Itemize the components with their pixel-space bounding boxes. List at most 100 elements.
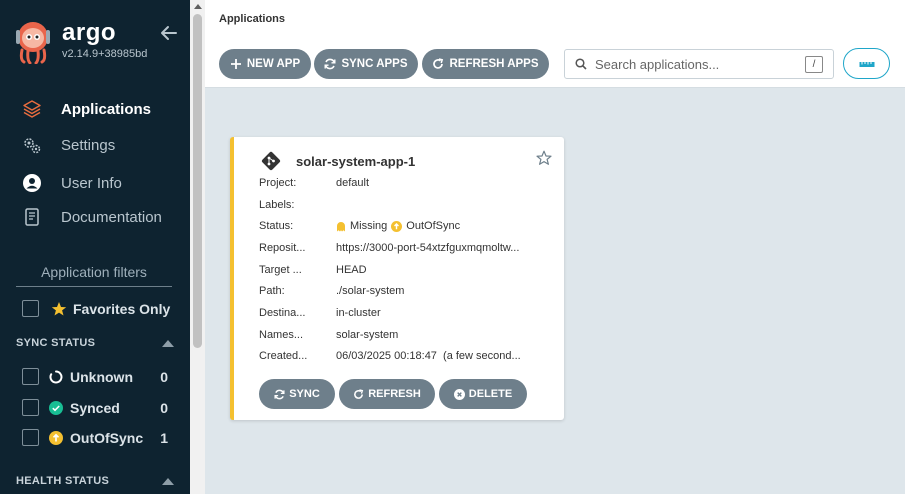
detail-row-target: Target ... HEAD: [259, 259, 559, 281]
unknown-checkbox[interactable]: [22, 368, 39, 385]
nav-item-user-info[interactable]: User Info: [0, 166, 190, 200]
detail-key: Target ...: [259, 263, 302, 276]
detail-value: default: [336, 176, 370, 189]
favorite-star-icon[interactable]: [536, 150, 552, 166]
detail-value: ./solar-system: [336, 285, 405, 298]
nav-item-documentation[interactable]: Documentation: [0, 200, 190, 234]
filters-title: Application filters: [16, 264, 172, 287]
detail-key: Names...: [259, 328, 304, 341]
detail-row-destination: Destina... in-cluster: [259, 302, 559, 324]
health-status-header[interactable]: HEALTH STATUS: [16, 475, 174, 487]
sync-filter-synced[interactable]: Synced 0: [22, 399, 168, 416]
logo[interactable]: argo v2.14.9+38985bd: [14, 20, 147, 64]
refresh-icon: [354, 388, 364, 399]
detail-value: solar-system: [336, 328, 399, 341]
detail-row-created: Created... 06/03/2025 00:18:47 (a few se…: [259, 346, 559, 368]
layers-icon: [22, 99, 42, 119]
detail-key: Path:: [259, 285, 285, 298]
outofsync-checkbox[interactable]: [22, 429, 39, 446]
sync-status-title: SYNC STATUS: [16, 337, 96, 349]
arrow-up-circle-icon: [391, 220, 403, 232]
ruler-icon: [859, 61, 874, 67]
status-label: OutOfSync: [70, 429, 144, 446]
favorites-label: Favorites Only: [73, 300, 171, 317]
main-nav: Applications Settings User Info Document…: [0, 92, 190, 234]
plus-icon: [230, 59, 241, 69]
detail-key: Created...: [259, 350, 308, 363]
gears-icon: [22, 135, 42, 155]
ghost-icon: [337, 221, 345, 232]
nav-item-applications[interactable]: Applications: [0, 92, 190, 126]
sync-filter-unknown[interactable]: Unknown 0: [22, 368, 168, 385]
refresh-button[interactable]: REFRESH: [339, 379, 435, 409]
detail-row-project: Project: default: [259, 172, 559, 194]
nav-label: User Info: [61, 174, 122, 192]
app-version: v2.14.9+38985bd: [62, 48, 148, 60]
search-input[interactable]: [595, 56, 795, 72]
sync-button[interactable]: SYNC: [259, 379, 335, 409]
button-label: REFRESH APPS: [449, 58, 539, 70]
detail-key: Labels:: [259, 198, 295, 211]
delete-button[interactable]: DELETE: [439, 379, 527, 409]
synced-checkbox[interactable]: [22, 399, 39, 416]
check-circle-icon: [49, 400, 63, 415]
detail-row-namespace: Names... solar-system: [259, 324, 559, 346]
button-label: REFRESH: [368, 388, 421, 400]
sync-icon: [274, 389, 285, 399]
sync-filter-outofsync[interactable]: OutOfSync 1: [22, 429, 168, 446]
application-card[interactable]: solar-system-app-1 Project: default Labe…: [230, 137, 564, 420]
user-circle-icon: [22, 173, 42, 193]
favorites-filter[interactable]: Favorites Only: [22, 300, 170, 317]
collapse-caret-icon[interactable]: [162, 339, 174, 347]
detail-row-repository: Reposit... https://3000-port-54xtzfguxmq…: [259, 237, 559, 259]
detail-key: Reposit...: [259, 241, 306, 254]
nav-item-settings[interactable]: Settings: [0, 128, 190, 162]
sidebar: argo v2.14.9+38985bd Applications Settin…: [0, 0, 190, 494]
search-box: /: [564, 49, 834, 79]
detail-value: Missing OutOfSync: [336, 220, 559, 232]
collapse-caret-icon[interactable]: [162, 477, 174, 485]
view-toggle-button[interactable]: [843, 48, 890, 79]
git-icon: [261, 151, 281, 171]
detail-value[interactable]: https://3000-port-54xtzfguxmqmoltw...: [336, 242, 559, 254]
sync-status-header[interactable]: SYNC STATUS: [16, 337, 174, 349]
detail-value: HEAD: [336, 263, 367, 276]
detail-key: Status:: [259, 220, 294, 233]
arrow-up-circle-icon: [49, 430, 63, 445]
detail-key: Destina...: [259, 306, 306, 319]
new-app-button[interactable]: NEW APP: [219, 49, 311, 79]
health-status: Missing: [350, 220, 388, 233]
times-circle-icon: [453, 388, 465, 400]
status-count: 0: [160, 368, 168, 385]
button-label: NEW APP: [246, 58, 301, 70]
status-count: 0: [160, 399, 168, 416]
status-count: 1: [160, 429, 168, 446]
breadcrumb[interactable]: Applications: [219, 13, 285, 25]
status-label: Unknown: [70, 368, 133, 385]
top-bar: Applications NEW APP SYNC APPS REFRESH A…: [205, 0, 905, 88]
button-label: SYNC APPS: [341, 58, 408, 70]
search-shortcut-hint: /: [805, 56, 823, 73]
sync-icon: [324, 58, 336, 70]
refresh-apps-button[interactable]: REFRESH APPS: [422, 49, 549, 79]
nav-label: Settings: [61, 136, 116, 154]
health-status-title: HEALTH STATUS: [16, 475, 110, 487]
refresh-icon: [433, 58, 444, 69]
detail-row-status: Status: Missing OutOfSync: [259, 215, 559, 237]
detail-row-labels: Labels:: [259, 194, 559, 216]
nav-label: Documentation: [61, 208, 162, 226]
favorites-checkbox[interactable]: [22, 300, 39, 317]
scroll-up-arrow-icon[interactable]: [194, 4, 202, 9]
nav-label: Applications: [61, 100, 152, 118]
sync-apps-button[interactable]: SYNC APPS: [314, 49, 418, 79]
star-icon: [51, 301, 67, 315]
collapse-sidebar-arrow-icon[interactable]: [160, 24, 178, 42]
circle-notch-icon: [49, 370, 63, 383]
status-label: Synced: [70, 399, 120, 416]
detail-key: Project:: [259, 176, 297, 189]
app-name[interactable]: solar-system-app-1: [296, 154, 415, 169]
search-icon: [575, 58, 587, 70]
detail-row-path: Path: ./solar-system: [259, 280, 559, 302]
sidebar-scrollbar[interactable]: [190, 0, 205, 494]
scrollbar-thumb[interactable]: [193, 14, 202, 348]
